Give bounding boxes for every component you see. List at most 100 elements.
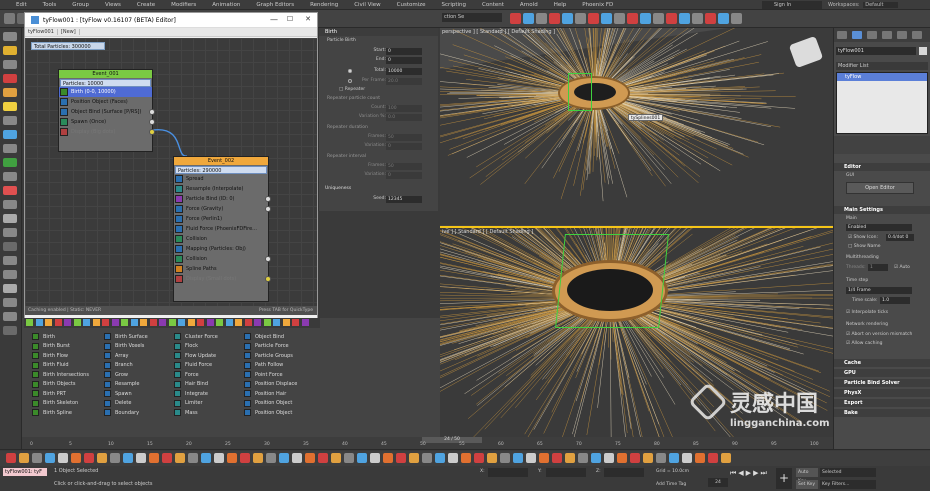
palette-filter-icon[interactable] <box>73 319 81 326</box>
palette-operator[interactable]: Birth Spline <box>32 408 92 418</box>
palette-operator[interactable]: Point Force <box>244 370 304 380</box>
palette-filter-icon[interactable] <box>235 319 242 326</box>
status-tool-icon[interactable] <box>149 453 159 463</box>
palette-filter-icon[interactable] <box>64 319 71 326</box>
toolbar-tool-icon[interactable] <box>679 13 690 24</box>
palette-operator[interactable]: Birth Voxels <box>104 342 164 352</box>
left-toolbar-icon[interactable] <box>3 298 17 307</box>
rollout-main-settings[interactable]: Main Settings <box>834 206 930 214</box>
operator-row[interactable]: Mapping (Particles: Obj) <box>174 244 268 254</box>
status-tool-icon[interactable] <box>721 453 731 463</box>
left-toolbar-icon[interactable] <box>3 312 17 321</box>
status-tool-icon[interactable] <box>630 453 640 463</box>
operator-row[interactable]: Display (Small dots) <box>174 274 271 284</box>
abort-checkbox[interactable]: ☑ Abort on version mismatch <box>846 332 912 337</box>
operator-row[interactable]: Resample (Interpolate) <box>174 184 268 194</box>
rollout-gpu[interactable]: GPU <box>834 369 930 377</box>
rollout-bake[interactable]: Bake <box>834 409 930 417</box>
time-step-dropdown[interactable]: 1/4 Frame <box>846 287 912 294</box>
menu-views[interactable]: Views <box>97 2 129 8</box>
left-toolbar-icon[interactable] <box>3 186 17 195</box>
operator-row[interactable]: Force (Perlin1) <box>174 214 268 224</box>
palette-filter-icon[interactable] <box>54 319 62 326</box>
palette-filter-icon[interactable] <box>45 319 52 326</box>
palette-operator[interactable]: Array <box>104 351 164 361</box>
tab-new[interactable]: [New] <box>58 29 80 35</box>
toolbar-tool-icon[interactable] <box>510 13 521 24</box>
status-tool-icon[interactable] <box>669 453 679 463</box>
palette-operator[interactable]: Birth Surface <box>104 332 164 342</box>
status-tool-icon[interactable] <box>617 453 627 463</box>
operator-row[interactable]: Spawn (Once) <box>59 117 155 127</box>
status-tool-icon[interactable] <box>578 453 588 463</box>
status-tool-icon[interactable] <box>422 453 432 463</box>
status-tool-icon[interactable] <box>539 453 549 463</box>
modifier-stack[interactable]: tyFlow <box>836 72 928 134</box>
show-icon-size-input[interactable]: 0.4/dot 0 <box>886 234 914 241</box>
palette-operator[interactable]: Particle Force <box>244 342 304 352</box>
status-tool-icon[interactable] <box>292 453 302 463</box>
status-tool-icon[interactable] <box>643 453 653 463</box>
status-tool-icon[interactable] <box>97 453 107 463</box>
palette-operator[interactable]: Birth Skeleton <box>32 399 92 409</box>
rollout-editor[interactable]: Editor <box>834 163 930 171</box>
status-tool-icon[interactable] <box>123 453 133 463</box>
operator-row[interactable]: Spline Paths <box>174 264 268 274</box>
key-filters-button[interactable]: Key Filters... <box>820 480 876 489</box>
allow-caching-checkbox[interactable]: ☑ Allow caching <box>846 341 882 346</box>
output-port[interactable] <box>149 129 155 135</box>
status-tool-icon[interactable] <box>565 453 575 463</box>
palette-filter-icon[interactable] <box>301 319 309 326</box>
palette-filter-icon[interactable] <box>292 319 299 326</box>
toolbar-tool-icon[interactable] <box>731 13 742 24</box>
status-tool-icon[interactable] <box>175 453 185 463</box>
palette-filter-icon[interactable] <box>102 319 109 326</box>
show-icon-checkbox[interactable]: ☑ Show Icon: <box>848 235 878 240</box>
birth-param-input[interactable]: 10000 <box>386 68 422 75</box>
left-toolbar-icon[interactable] <box>3 200 17 209</box>
toolbar-tool-icon[interactable] <box>640 13 651 24</box>
toolbar-tool-icon[interactable] <box>718 13 729 24</box>
birth-param-input[interactable]: 0.0 <box>386 114 422 121</box>
status-tool-icon[interactable] <box>552 453 562 463</box>
command-tab-icon[interactable] <box>897 31 907 39</box>
rollout-particle-bind-solver[interactable]: Particle Bind Solver <box>834 379 930 387</box>
palette-operator[interactable]: Cluster Force <box>174 332 234 342</box>
palette-filter-icon[interactable] <box>282 319 290 326</box>
z-coord-input[interactable] <box>604 468 644 477</box>
rollout-physx[interactable]: PhysX <box>834 389 930 397</box>
toolbar-tool-icon[interactable] <box>588 13 599 24</box>
event-001-header[interactable]: Event_001 <box>59 70 152 78</box>
menu-phoenix-fd[interactable]: Phoenix FD <box>574 2 621 8</box>
palette-operator[interactable]: Birth Intersections <box>32 370 92 380</box>
status-tool-icon[interactable] <box>136 453 146 463</box>
left-toolbar-icon[interactable] <box>3 242 17 251</box>
palette-operator[interactable]: Object Bind <box>244 332 304 342</box>
palette-operator[interactable]: Branch <box>104 361 164 371</box>
palette-filter-icon[interactable] <box>206 319 214 326</box>
status-tool-icon[interactable] <box>58 453 68 463</box>
operator-row[interactable]: Collision <box>174 234 268 244</box>
add-time-tag-button[interactable]: Add Time Tag <box>656 482 686 487</box>
toolbar-tool-icon[interactable] <box>653 13 664 24</box>
toolbar-tool-icon[interactable] <box>601 13 612 24</box>
left-toolbar-icon[interactable] <box>3 60 17 69</box>
status-tool-icon[interactable] <box>708 453 718 463</box>
menu-graph-editors[interactable]: Graph Editors <box>248 2 302 8</box>
maximize-button[interactable]: ☐ <box>283 15 297 23</box>
operator-row[interactable]: Fluid Force (PhoenixFDFire... <box>174 224 268 234</box>
toolbar-tool-icon[interactable] <box>4 13 15 24</box>
toolbar-tool-icon[interactable] <box>614 13 625 24</box>
output-port[interactable] <box>265 196 271 202</box>
left-toolbar-icon[interactable] <box>3 74 17 83</box>
status-tool-icon[interactable] <box>6 453 16 463</box>
repeater-checkbox[interactable]: □ Repeater <box>339 87 365 92</box>
status-tool-icon[interactable] <box>305 453 315 463</box>
left-toolbar-icon[interactable] <box>3 88 17 97</box>
set-key-button[interactable]: Set Key <box>796 480 818 489</box>
maxscript-listener[interactable]: tyFlow001: tyF <box>3 468 47 476</box>
palette-filter-icon[interactable] <box>149 319 157 326</box>
selection-set-dropdown[interactable]: ction Se <box>442 13 502 22</box>
toolbar-tool-icon[interactable] <box>692 13 703 24</box>
menu-scripting[interactable]: Scripting <box>434 2 474 8</box>
